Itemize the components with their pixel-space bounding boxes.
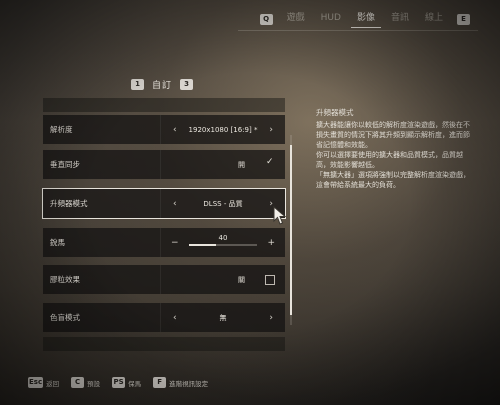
- settings-screen: Q 遊戲 HUD 影像 音訊 線上 E 1 自訂 3 解析度 ‹ 1920x10…: [0, 0, 500, 405]
- description-text: 你可以選擇要使用的擴大器和品質模式，品質越高，效能影響越低。: [316, 151, 463, 169]
- profile-selector[interactable]: 1 自訂 3: [131, 78, 194, 91]
- hint-label: 返回: [46, 379, 60, 388]
- settings-row-blank-bottom: [43, 337, 285, 351]
- tab-hud[interactable]: HUD: [313, 10, 349, 28]
- tab-video[interactable]: 影像: [349, 10, 383, 28]
- setting-label: 升頻器模式: [50, 199, 88, 208]
- settings-row-film-grain[interactable]: 膠粒效果 關: [43, 265, 285, 294]
- mouse-cursor-icon: [273, 206, 287, 225]
- hint-label: 預設: [87, 379, 101, 388]
- profile-name: 自訂: [152, 81, 173, 91]
- hint-label: 保馬: [128, 379, 142, 388]
- chevron-left-icon[interactable]: ‹: [173, 125, 177, 135]
- description-title: 升頻器模式: [316, 108, 354, 117]
- prev-profile-keycap[interactable]: 1: [131, 79, 144, 90]
- chevron-left-icon[interactable]: ‹: [173, 199, 177, 209]
- settings-row-vsync[interactable]: 垂直同步 開: [43, 150, 285, 179]
- checkbox-icon[interactable]: [265, 274, 275, 285]
- tab-audio[interactable]: 音訊: [383, 10, 417, 28]
- setting-label: 銳馬: [50, 238, 65, 247]
- esc-keycap: Esc: [28, 377, 44, 388]
- slider-fill: [189, 244, 217, 246]
- description-panel: 升頻器模式 擴大器能讓你以較低的解析度渲染遊戲，然後在不損失畫質的情況下將其升頻…: [316, 108, 471, 190]
- slider-value: 40: [218, 234, 228, 242]
- scrollbar-thumb[interactable]: [290, 145, 292, 315]
- tab-game[interactable]: 遊戲: [279, 10, 313, 28]
- settings-scrollbar[interactable]: [290, 135, 292, 325]
- setting-value: 1920x1080 [16:9] *: [188, 125, 258, 134]
- chevron-right-icon[interactable]: ›: [269, 125, 273, 135]
- next-tab-keycap[interactable]: E: [457, 13, 470, 25]
- top-navigation: Q 遊戲 HUD 影像 音訊 線上 E: [254, 10, 476, 28]
- description-text: 擴大器能讓你以較低的解析度渲染遊戲，然後在不損失畫質的情況下將其升頻到顯示解析度…: [316, 121, 470, 149]
- settings-row-sharpness[interactable]: 銳馬 − 40 +: [43, 228, 285, 257]
- description-text: 「無擴大器」選項將強制以完整解析度渲染遊戲，這會帶給系統最大的負荷。: [316, 171, 470, 189]
- setting-label: 解析度: [50, 125, 73, 134]
- plus-icon[interactable]: +: [267, 238, 275, 248]
- bottom-hint-bar: Esc 返回 C 預設 PS 保馬 F 進階視訊設定: [28, 377, 214, 388]
- save-hint[interactable]: PS 保馬: [112, 377, 141, 388]
- setting-value: 關: [238, 275, 245, 284]
- settings-row-upscaler[interactable]: 升頻器模式 ‹ DLSS - 品質 ›: [42, 188, 286, 219]
- back-hint[interactable]: Esc 返回: [28, 377, 59, 388]
- next-profile-keycap[interactable]: 3: [180, 79, 194, 90]
- setting-value: DLSS - 品質: [203, 199, 243, 208]
- hint-label: 進階視訊設定: [169, 379, 209, 388]
- advanced-video-hint[interactable]: F 進階視訊設定: [153, 377, 208, 388]
- prev-tab-keycap[interactable]: Q: [259, 13, 273, 25]
- ps-keycap: PS: [112, 377, 126, 388]
- setting-label: 垂直同步: [50, 160, 80, 169]
- default-hint[interactable]: C 預設: [71, 377, 100, 388]
- chevron-right-icon[interactable]: ›: [269, 313, 273, 323]
- settings-row-blank-top: [43, 98, 285, 112]
- setting-label: 膠粒效果: [50, 275, 80, 284]
- topnav-divider: [238, 30, 478, 31]
- chevron-left-icon[interactable]: ‹: [173, 313, 177, 323]
- setting-label: 色盲模式: [50, 313, 80, 322]
- setting-value: 開: [238, 160, 245, 169]
- tab-online[interactable]: 線上: [417, 10, 451, 28]
- f-keycap: F: [153, 377, 167, 388]
- settings-row-resolution[interactable]: 解析度 ‹ 1920x1080 [16:9] * ›: [43, 115, 285, 144]
- sharpness-slider[interactable]: [189, 244, 257, 246]
- settings-row-colorblind[interactable]: 色盲模式 ‹ 無 ›: [43, 303, 285, 332]
- c-keycap: C: [71, 377, 85, 388]
- setting-value: 無: [219, 313, 227, 322]
- checkmark-icon[interactable]: [266, 157, 275, 169]
